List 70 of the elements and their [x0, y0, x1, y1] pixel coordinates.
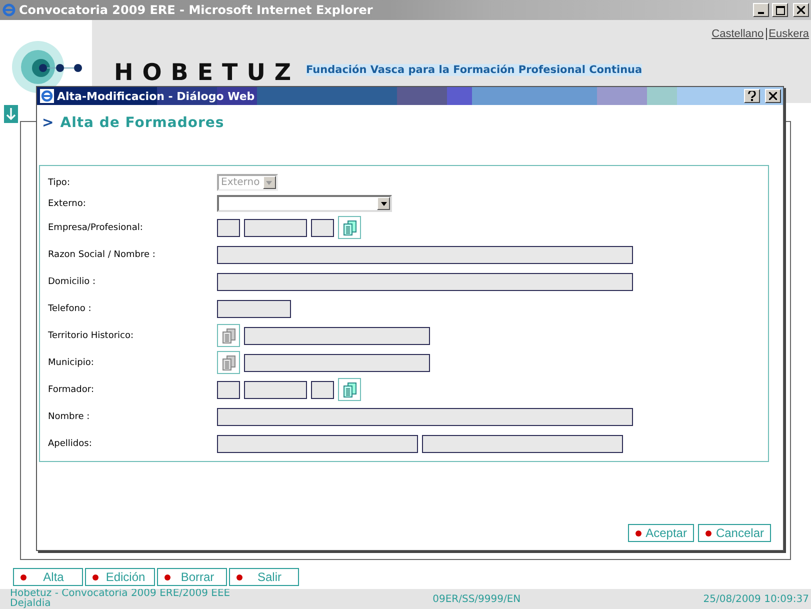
- field-label: Telefono :: [48, 304, 92, 314]
- brand-name: HOBETUZ: [114, 62, 300, 85]
- help-icon: [748, 91, 756, 101]
- bullet-icon: [704, 530, 712, 536]
- close-icon: [797, 6, 805, 14]
- window-title: Convocatoria 2009 ERE - Microsoft Internet Explorer: [19, 3, 373, 17]
- lookup-button[interactable]: [217, 351, 240, 374]
- toolbar-button[interactable]: Borrar: [157, 568, 227, 586]
- select-field[interactable]: [217, 195, 392, 212]
- language-link[interactable]: Euskera: [768, 28, 809, 40]
- input-field[interactable]: [217, 272, 633, 290]
- input-field[interactable]: [422, 434, 623, 452]
- input-field[interactable]: [244, 354, 430, 372]
- language-link[interactable]: Castellano: [712, 28, 764, 40]
- documents-icon: [342, 220, 356, 236]
- input-field[interactable]: [311, 218, 334, 236]
- bullet-icon: [634, 530, 642, 536]
- input-field[interactable]: [217, 246, 633, 264]
- maximize-icon: [776, 6, 784, 14]
- bullet-icon: [20, 574, 27, 580]
- toolbar-button[interactable]: Salir: [229, 568, 299, 586]
- lookup-button[interactable]: [338, 216, 361, 239]
- bullet-icon: [236, 574, 243, 580]
- field-label: Empresa/Profesional:: [48, 222, 144, 232]
- field-label: Nombre :: [48, 412, 91, 422]
- browser-icon: [40, 89, 54, 103]
- documents-icon: [222, 328, 236, 344]
- field-label: Razon Social / Nombre :: [48, 250, 156, 260]
- documents-icon: [342, 382, 356, 398]
- status-code: 09ER/SS/9999/EN: [432, 593, 522, 605]
- maximize-button[interactable]: [772, 3, 788, 17]
- field-label: Formador:: [48, 384, 95, 394]
- field-label: Municipio:: [48, 358, 95, 368]
- dropdown-arrow-icon: [266, 180, 272, 184]
- help-button[interactable]: [744, 89, 760, 103]
- heading-marker: >: [42, 115, 54, 131]
- input-field[interactable]: [244, 380, 307, 398]
- dialog-title: Alta-Modificacion - Diálogo Web: [57, 90, 255, 102]
- input-field[interactable]: [217, 218, 240, 236]
- field-label: Externo:: [48, 198, 87, 208]
- input-field[interactable]: [217, 434, 418, 452]
- toolbar-button[interactable]: Edición: [85, 568, 155, 586]
- field-label: Apellidos:: [48, 438, 93, 448]
- documents-icon: [222, 354, 236, 370]
- input-field[interactable]: [217, 408, 633, 426]
- lookup-button[interactable]: [338, 378, 361, 401]
- dialog-button[interactable]: Cancelar: [698, 524, 771, 542]
- dialog-button[interactable]: Aceptar: [628, 524, 694, 542]
- dialog-heading: Alta de Formadores: [60, 115, 224, 131]
- bullet-icon: [92, 574, 99, 580]
- input-field[interactable]: [244, 218, 307, 236]
- field-label: Domicilio :: [48, 276, 97, 286]
- minimize-button[interactable]: [753, 3, 769, 17]
- field-label: Territorio Historico:: [48, 330, 135, 340]
- browser-icon: [2, 3, 16, 17]
- close-button[interactable]: [793, 3, 809, 17]
- down-arrow-icon: [4, 105, 18, 123]
- bullet-icon: [164, 574, 171, 580]
- input-field[interactable]: [311, 380, 334, 398]
- input-field[interactable]: [217, 300, 291, 318]
- close-button[interactable]: [765, 89, 781, 103]
- input-field[interactable]: [244, 326, 430, 344]
- input-field[interactable]: [217, 380, 240, 398]
- status-datetime: 25/08/2009 10:09:37: [703, 593, 810, 605]
- toolbar-button[interactable]: Alta: [13, 568, 83, 586]
- lookup-button[interactable]: [217, 324, 240, 347]
- field-label: Tipo:: [48, 178, 71, 188]
- tagline: Fundación Vasca para la Formación Profesional Continua: [306, 64, 642, 76]
- dropdown-arrow-icon: [380, 202, 386, 206]
- close-icon: [769, 92, 777, 100]
